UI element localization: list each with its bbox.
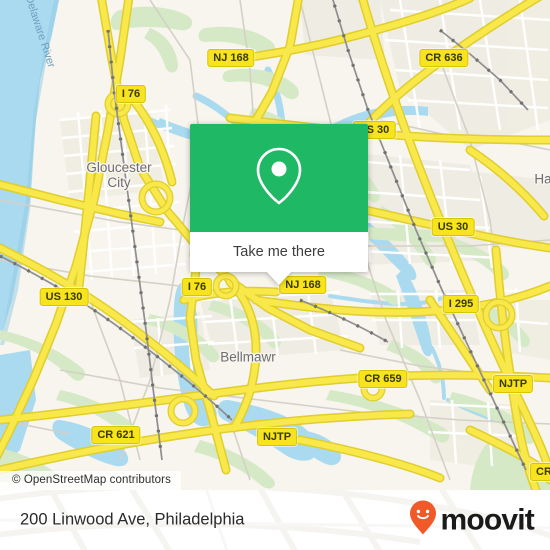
shield-us-130[interactable]: US 130 [39,288,89,306]
place-label-line2: City [107,175,131,190]
popup-header [190,124,368,232]
moovit-smiley-pin-icon [409,500,437,541]
shield-cr-621[interactable]: CR 621 [91,426,141,444]
shield-cr-659[interactable]: CR 659 [358,370,408,388]
popup-action-bar[interactable]: Take me there [190,232,368,272]
osm-attribution[interactable]: © OpenStreetMap contributors [0,471,181,490]
moovit-wordmark: moovit [440,503,534,536]
shield-cr-edge[interactable]: CR [530,463,550,481]
place-label-haddon: Ha [534,171,550,187]
moovit-logo[interactable]: moovit [409,500,535,541]
shield-nj-168-top[interactable]: NJ 168 [207,49,255,67]
bottom-info-bar: 200 Linwood Ave, Philadelphia moovit [0,490,550,550]
shield-cr-636[interactable]: CR 636 [419,49,469,67]
shield-i-76-mid[interactable]: I 76 [181,278,213,296]
popup-tail [266,271,292,285]
map-pin-icon [253,145,305,212]
shield-i-295[interactable]: I 295 [442,295,480,313]
place-label-gloucester-city: Gloucester City [86,160,151,190]
address-label: 200 Linwood Ave, Philadelphia [20,510,245,529]
map-canvas[interactable]: Delaware River Gloucester City Bellmawr … [0,0,550,490]
map-screen: Delaware River Gloucester City Bellmawr … [0,0,550,550]
shield-njtp-mid[interactable]: NJTP [256,428,298,446]
shield-us-30-right[interactable]: US 30 [431,218,475,236]
place-label-line1: Gloucester [86,160,152,175]
shield-njtp-right[interactable]: NJTP [492,375,534,393]
take-me-there-button[interactable]: Take me there [233,244,325,260]
place-label-bellmawr: Bellmawr [220,349,276,365]
location-popup[interactable]: Take me there [190,124,368,285]
shield-i-76-top[interactable]: I 76 [115,85,147,103]
